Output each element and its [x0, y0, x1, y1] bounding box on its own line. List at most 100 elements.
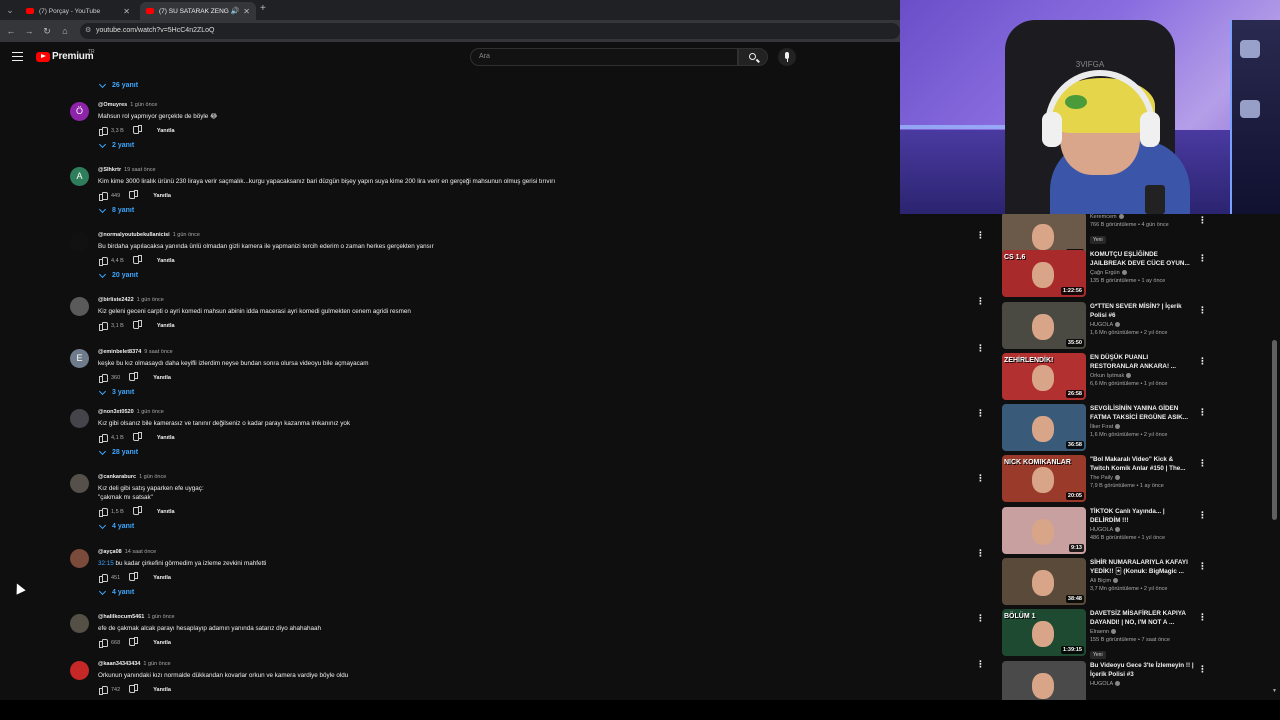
more-options-icon[interactable]: ⋮ [976, 549, 985, 558]
like-icon[interactable] [98, 321, 108, 331]
video-title[interactable]: TİKTOK Canlı Yayında... | DELİRDİM !!! [1090, 507, 1194, 525]
comment-author[interactable]: @eminbelet8374 [98, 349, 141, 355]
search-button[interactable] [738, 48, 768, 66]
channel-name[interactable]: Orkun Işıtmak [1090, 373, 1194, 379]
avatar[interactable] [70, 614, 89, 633]
more-options-icon[interactable]: ⋮ [1198, 254, 1207, 263]
like-icon[interactable] [98, 433, 108, 443]
dislike-icon[interactable] [134, 433, 143, 442]
scrollbar[interactable] [1272, 340, 1277, 520]
dislike-icon[interactable] [134, 126, 143, 135]
more-options-icon[interactable]: ⋮ [976, 614, 985, 623]
channel-name[interactable]: Ali Biçim [1090, 578, 1194, 584]
speaker-icon[interactable]: 🔊 [231, 7, 240, 15]
related-video[interactable]: CS 1.6 1:22:56 KOMUTÇU EŞLİĞİNDE JAILBREAK… [970, 250, 1210, 300]
more-options-icon[interactable]: ⋮ [976, 409, 985, 418]
dislike-icon[interactable] [134, 256, 143, 265]
more-options-icon[interactable]: ⋮ [976, 344, 985, 353]
comment-time[interactable]: 19 saat önce [124, 167, 156, 173]
channel-name[interactable]: The Paily [1090, 475, 1194, 481]
avatar[interactable] [70, 661, 89, 680]
comment-time[interactable]: 1 gün önce [137, 297, 164, 303]
comment-time[interactable]: 1 gün önce [130, 102, 157, 108]
video-thumbnail[interactable]: 9:13 [1002, 507, 1086, 554]
video-title[interactable]: KOMUTÇU EŞLİĞİNDE JAILBREAK DEVE CÜCE OY… [1090, 250, 1194, 268]
related-video[interactable]: ZEHİRLENDİK! 26:58 EN DÜŞÜK PUANLI RESTORA… [970, 353, 1210, 403]
replies-toggle[interactable]: 20 yanıt [98, 270, 838, 279]
more-options-icon[interactable]: ⋮ [1198, 665, 1207, 674]
video-title[interactable]: SİHİR NUMARALARIYLA KAFAYI YEDİK!! 🃏 (Ko… [1090, 558, 1194, 576]
channel-name[interactable]: HUGOLA [1090, 681, 1194, 687]
like-icon[interactable] [98, 373, 108, 383]
comment-time[interactable]: 14 saat önce [125, 549, 157, 555]
replies-toggle[interactable]: 4 yanıt [98, 587, 838, 596]
replies-toggle[interactable]: 2 yanıt [98, 140, 838, 149]
video-thumbnail[interactable]: BÖLÜM 1 1:39:15 [1002, 609, 1086, 656]
reply-button[interactable]: Yanıtla [157, 258, 175, 264]
reply-button[interactable]: Yanıtla [153, 375, 171, 381]
like-icon[interactable] [98, 126, 108, 136]
video-title[interactable]: "Bol Makaralı Video" Kick & Twitch Komik… [1090, 455, 1194, 473]
comment-author[interactable]: @birliste2422 [98, 297, 134, 303]
comment-time[interactable]: 1 gün önce [173, 232, 200, 238]
dislike-icon[interactable] [130, 191, 139, 200]
dislike-icon[interactable] [134, 507, 143, 516]
related-video[interactable]: 36:58 SEVGİLİSİNİN YANINA GİDEN FATMA TAK… [970, 404, 1210, 454]
avatar[interactable]: A [70, 167, 89, 186]
avatar[interactable] [70, 474, 89, 493]
avatar[interactable] [70, 297, 89, 316]
channel-name[interactable]: Keremcem [1090, 214, 1194, 220]
channel-name[interactable]: Çağrı Ergün [1090, 270, 1194, 276]
comment-author[interactable]: @Omuyres [98, 102, 127, 108]
more-options-icon[interactable]: ⋮ [1198, 562, 1207, 571]
video-thumbnail[interactable] [1002, 661, 1086, 700]
dislike-icon[interactable] [130, 685, 139, 694]
like-icon[interactable] [98, 256, 108, 266]
video-title[interactable]: G*TTEN SEVER MİSİN? | İçerik Polisi #6 [1090, 302, 1194, 320]
like-icon[interactable] [98, 685, 108, 695]
avatar[interactable]: E [70, 349, 89, 368]
related-video[interactable]: Bu Videoyu Gece 3'te İzlemeyin !! | İçer… [970, 661, 1210, 700]
tab-search-icon[interactable]: ⌄ [3, 3, 17, 17]
channel-name[interactable]: İlker Fırat [1090, 424, 1194, 430]
replies-toggle[interactable]: 26 yanıt [98, 80, 138, 89]
like-icon[interactable] [98, 507, 108, 517]
url-field[interactable]: ⚙ youtube.com/watch?v=5HcC4n2ZLoQ [80, 23, 900, 39]
avatar[interactable] [70, 409, 89, 428]
replies-toggle[interactable]: 8 yanıt [98, 205, 838, 214]
more-options-icon[interactable]: ⋮ [1198, 306, 1207, 315]
avatar[interactable] [70, 232, 89, 251]
forward-icon[interactable]: → [22, 24, 36, 38]
close-icon[interactable]: ✕ [123, 7, 130, 16]
more-options-icon[interactable]: ⋮ [976, 297, 985, 306]
replies-toggle[interactable]: 4 yanıt [98, 521, 838, 530]
comment-time[interactable]: 9 saat önce [144, 349, 172, 355]
more-options-icon[interactable]: ⋮ [1198, 459, 1207, 468]
channel-name[interactable]: Elraenn [1090, 629, 1194, 635]
reply-button[interactable]: Yanıtla [153, 193, 171, 199]
reply-button[interactable]: Yanıtla [153, 575, 171, 581]
search-input[interactable]: Ara [470, 48, 738, 66]
microphone-icon[interactable] [778, 48, 796, 66]
like-icon[interactable] [98, 191, 108, 201]
video-thumbnail[interactable]: 35:50 [1002, 302, 1086, 349]
comment-author[interactable]: @kaan34343434 [98, 661, 140, 667]
video-thumbnail[interactable]: 38:48 [1002, 558, 1086, 605]
home-icon[interactable]: ⌂ [58, 24, 72, 38]
reply-button[interactable]: Yanıtla [157, 435, 175, 441]
related-video[interactable]: 38:48 SİHİR NUMARALARIYLA KAFAYI YEDİK!! … [970, 558, 1210, 608]
related-video[interactable]: BÖLÜM 1 1:39:15 DAVETSİZ MİSAFİRLER KAPIYA… [970, 609, 1210, 659]
comment-author[interactable]: @cankaraburc [98, 474, 136, 480]
comment-time[interactable]: 1 gün önce [147, 614, 174, 620]
more-options-icon[interactable]: ⋮ [1198, 511, 1207, 520]
reply-button[interactable]: Yanıtla [157, 509, 175, 515]
youtube-logo[interactable]: Premium [36, 51, 94, 62]
reply-button[interactable]: Yanıtla [153, 640, 171, 646]
more-options-icon[interactable]: ⋮ [1198, 613, 1207, 622]
more-options-icon[interactable]: ⋮ [1198, 408, 1207, 417]
dislike-icon[interactable] [134, 321, 143, 330]
browser-tab-1[interactable]: (7) Porçay - YouTube ✕ [20, 2, 136, 20]
replies-toggle[interactable]: 28 yanıt [98, 447, 838, 456]
video-title[interactable]: DAVETSİZ MİSAFİRLER KAPIYA DAYANDI! | NO… [1090, 609, 1194, 627]
comment-author[interactable]: @non3xt0520 [98, 409, 134, 415]
